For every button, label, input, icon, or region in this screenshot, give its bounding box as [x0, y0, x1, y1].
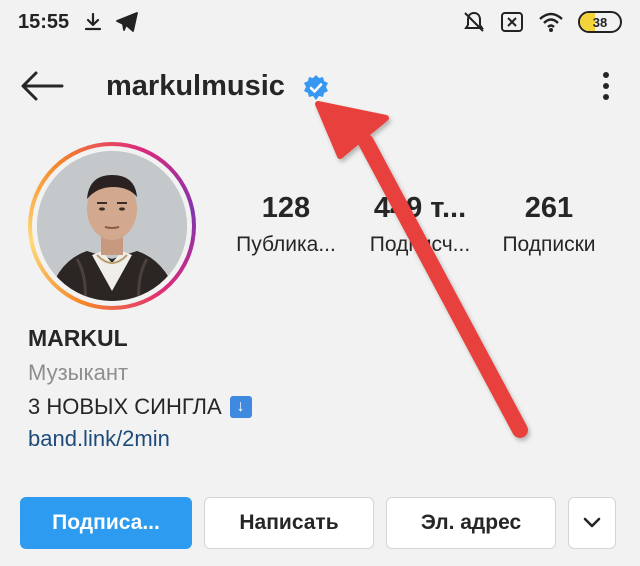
stat-posts-label: Публика...: [236, 233, 336, 256]
wifi-icon: [539, 12, 563, 32]
profile-avatar[interactable]: [28, 142, 196, 310]
bio-name: MARKUL: [28, 325, 128, 351]
back-arrow-icon[interactable]: [18, 66, 66, 106]
stat-followers-label: Подписч...: [369, 233, 471, 256]
avatar-photo: [37, 151, 187, 301]
download-icon: [85, 12, 102, 31]
mute-icon: [464, 11, 484, 32]
status-time: 15:55: [18, 10, 70, 33]
stat-followers[interactable]: 449 т... Подписч...: [358, 192, 482, 257]
bio-link[interactable]: band.link/2min: [28, 426, 170, 452]
message-button[interactable]: Написать: [204, 497, 374, 549]
suggested-accounts-button[interactable]: [568, 497, 616, 549]
battery-icon: 38: [578, 11, 622, 33]
arrow-down-emoji-icon: ↓: [229, 396, 252, 418]
follow-button-label: Подписа...: [52, 511, 160, 534]
more-vertical-icon[interactable]: [594, 66, 618, 106]
profile-header: markulmusic: [0, 54, 640, 118]
bio-category: Музыкант: [28, 360, 129, 385]
stat-followers-value: 449 т...: [373, 192, 467, 224]
profile-username: markulmusic: [106, 70, 285, 102]
bio-text-content: 3 НОВЫХ СИНГЛА: [28, 394, 222, 419]
message-button-label: Написать: [239, 511, 339, 534]
person-photo-icon: [37, 151, 187, 301]
stat-following[interactable]: 261 Подписки: [490, 192, 608, 257]
status-bar: 15:55 38: [0, 0, 640, 44]
stat-following-value: 261: [524, 192, 574, 224]
sim-off-icon: [501, 12, 523, 32]
verified-badge-icon: [304, 75, 328, 100]
email-button-label: Эл. адрес: [420, 511, 522, 534]
chevron-down-icon: [583, 517, 601, 528]
stat-posts[interactable]: 128 Публика...: [228, 192, 344, 257]
stat-following-label: Подписки: [502, 233, 596, 256]
bio-text: 3 НОВЫХ СИНГЛА ↓: [28, 394, 252, 420]
follow-button[interactable]: Подписа...: [20, 497, 192, 549]
telegram-icon: [116, 12, 139, 32]
email-button[interactable]: Эл. адрес: [386, 497, 556, 549]
stat-posts-value: 128: [261, 192, 311, 224]
battery-level: 38: [592, 14, 608, 30]
